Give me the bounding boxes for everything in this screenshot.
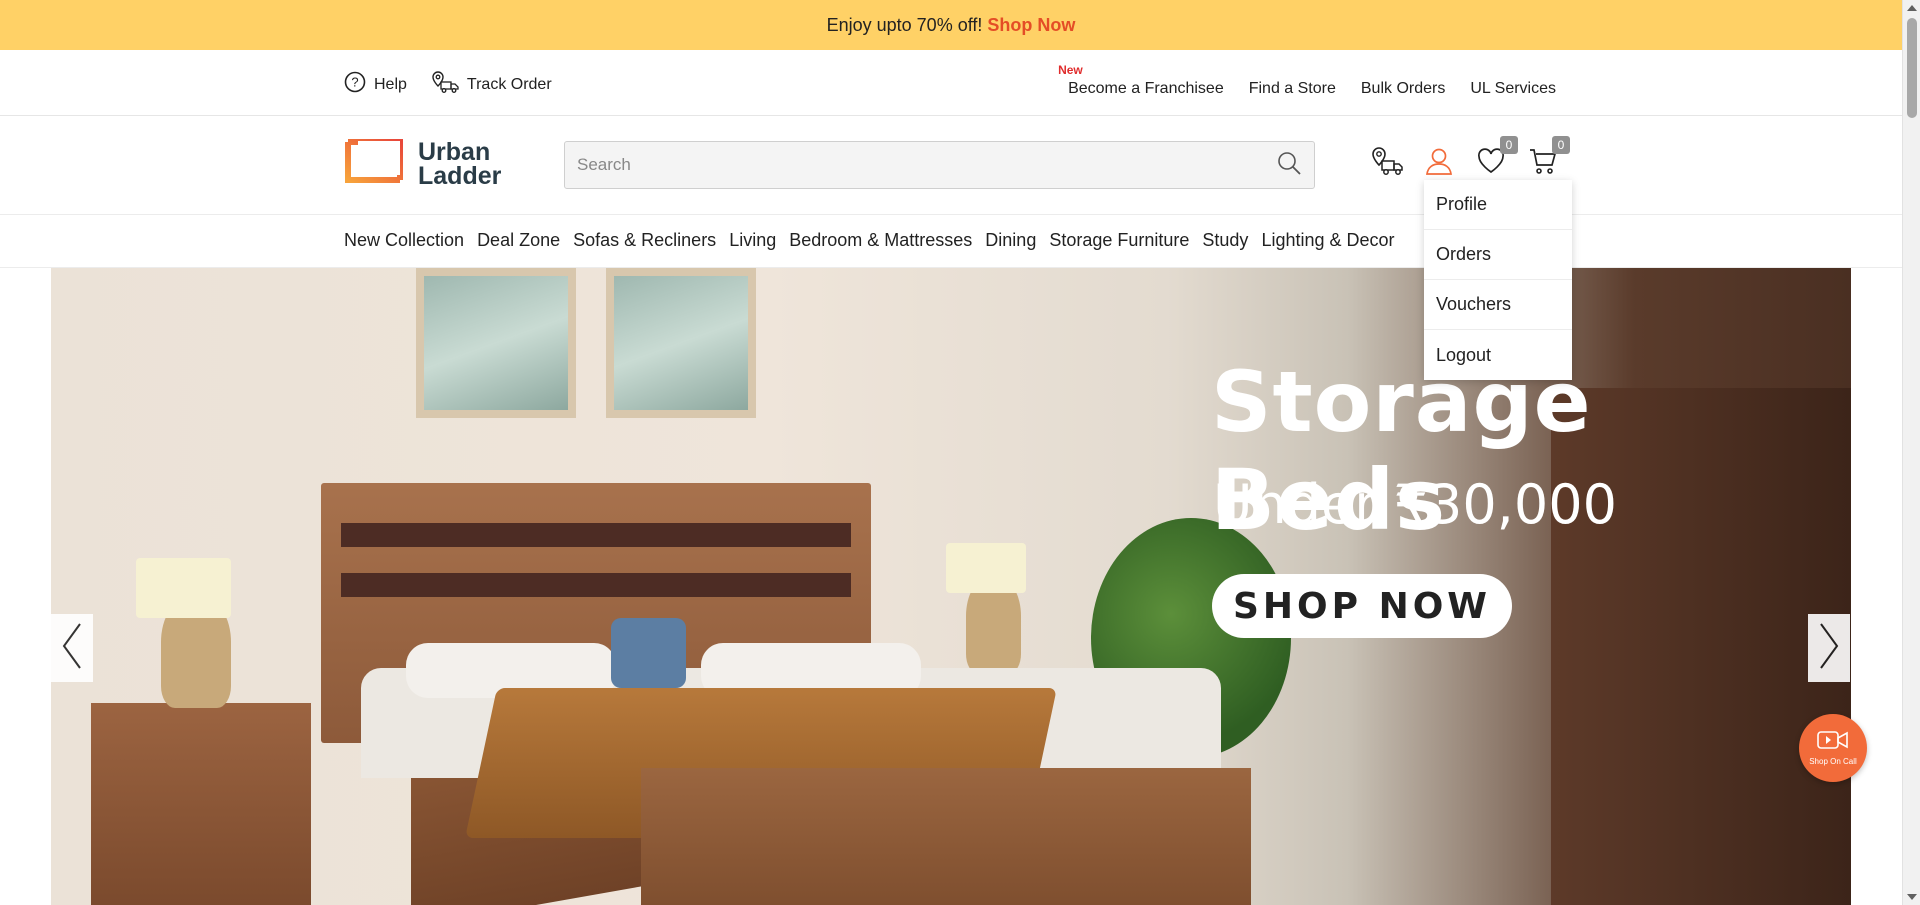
find-store-link[interactable]: Find a Store [1249, 80, 1336, 98]
cart-count-badge: 0 [1552, 136, 1570, 154]
scroll-up-icon[interactable] [1907, 5, 1917, 11]
category-nav: New Collection Deal Zone Sofas & Recline… [0, 214, 1902, 268]
menu-item-vouchers[interactable]: Vouchers [1424, 280, 1572, 330]
nav-living[interactable]: Living [729, 230, 776, 251]
store-locator-button[interactable] [1370, 146, 1404, 180]
nav-sofas-recliners[interactable]: Sofas & Recliners [573, 230, 716, 251]
page-scrollbar[interactable] [1902, 0, 1920, 905]
logo-text: Urban Ladder [418, 137, 502, 190]
logo-line-2: Ladder [418, 161, 502, 190]
account-button[interactable] [1422, 146, 1456, 180]
help-link[interactable]: ? Help [344, 71, 407, 98]
search-input[interactable] [577, 155, 1276, 175]
carousel-next-button[interactable] [1808, 614, 1850, 682]
nav-storage-furniture[interactable]: Storage Furniture [1049, 230, 1189, 251]
track-order-link[interactable]: Track Order [431, 70, 552, 99]
new-tag: New [1058, 63, 1083, 77]
nav-lighting-decor[interactable]: Lighting & Decor [1261, 230, 1394, 251]
chevron-right-icon [1817, 622, 1841, 675]
shop-on-call-label: Shop On Call [1809, 757, 1857, 766]
cart-button[interactable]: 0 [1526, 136, 1570, 180]
bulk-orders-link[interactable]: Bulk Orders [1361, 80, 1445, 98]
ul-services-link[interactable]: UL Services [1470, 80, 1556, 98]
logo-mark-icon [344, 138, 404, 189]
menu-item-profile[interactable]: Profile [1424, 180, 1572, 230]
nav-deal-zone[interactable]: Deal Zone [477, 230, 560, 251]
urban-ladder-logo[interactable]: Urban Ladder [344, 138, 501, 189]
wishlist-button[interactable]: 0 [1474, 136, 1518, 180]
search-bar [564, 141, 1315, 189]
become-franchisee-link[interactable]: New Become a Franchisee [1058, 63, 1224, 98]
chevron-left-icon [60, 622, 84, 675]
nav-new-collection[interactable]: New Collection [344, 230, 464, 251]
hero-banner[interactable]: Storage Beds Under ₹30,000 SHOP NOW [51, 268, 1851, 905]
nav-dining[interactable]: Dining [985, 230, 1036, 251]
scrollbar-thumb[interactable] [1907, 18, 1917, 118]
promo-text: Enjoy upto 70% off! [826, 14, 983, 35]
banner-shop-now-button[interactable]: SHOP NOW [1212, 574, 1512, 638]
video-call-icon [1816, 730, 1850, 755]
wishlist-count-badge: 0 [1500, 136, 1518, 154]
help-icon: ? [344, 71, 366, 98]
utility-bar: ? Help Track Order New Become a Franchis… [0, 50, 1902, 116]
truck-location-icon [431, 70, 459, 99]
svg-text:?: ? [351, 75, 358, 90]
wall-art-right [606, 268, 756, 418]
track-order-label: Track Order [466, 75, 552, 93]
help-label: Help [374, 75, 407, 93]
truck-location-icon [1370, 146, 1404, 181]
promo-shop-now-link[interactable]: Shop Now [987, 15, 1075, 36]
banner-subheadline: Under ₹30,000 [1213, 473, 1617, 536]
lamp-shade-left [136, 558, 231, 618]
become-franchisee-label: Become a Franchisee [1068, 80, 1224, 97]
nav-study[interactable]: Study [1202, 230, 1248, 251]
main-header: Urban Ladder 0 [0, 116, 1902, 214]
search-icon[interactable] [1276, 150, 1302, 181]
carousel-prev-button[interactable] [51, 614, 93, 682]
menu-item-logout[interactable]: Logout [1424, 330, 1572, 380]
promo-bar: Enjoy upto 70% off! Shop Now [0, 0, 1902, 50]
bed-base-image [641, 768, 1251, 905]
lamp-shade-right [946, 543, 1026, 593]
nightstand-left [91, 703, 311, 905]
menu-item-orders[interactable]: Orders [1424, 230, 1572, 280]
logo-line-1: Urban [418, 137, 491, 166]
account-dropdown-menu: Profile Orders Vouchers Logout [1424, 180, 1572, 380]
cushion-blue [611, 618, 686, 688]
shop-on-call-button[interactable]: Shop On Call [1799, 714, 1867, 782]
user-icon [1424, 146, 1454, 181]
wall-art-left [416, 268, 576, 418]
header-icons: 0 0 [1370, 136, 1570, 180]
nav-bedroom-mattresses[interactable]: Bedroom & Mattresses [789, 230, 972, 251]
scroll-down-icon[interactable] [1907, 894, 1917, 900]
